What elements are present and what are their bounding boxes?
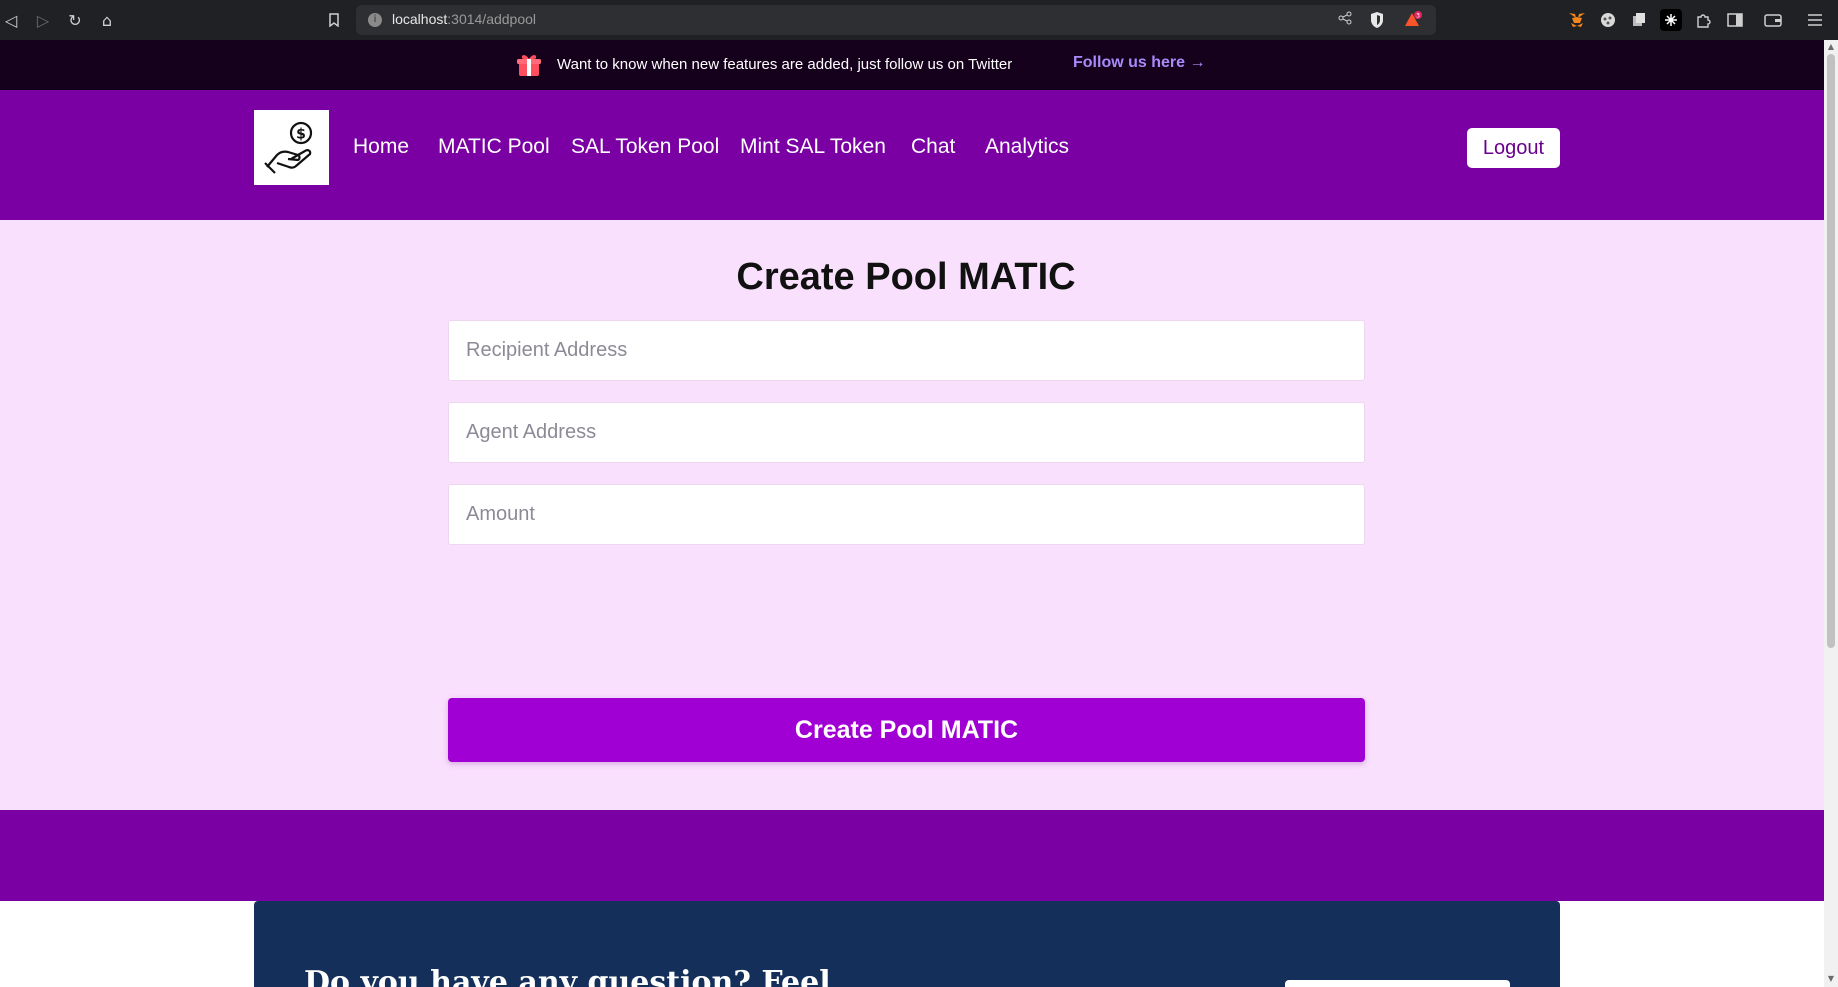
- agent-address-input[interactable]: [448, 402, 1365, 463]
- nav-sal-token-pool[interactable]: SAL Token Pool: [571, 135, 719, 159]
- back-icon[interactable]: ◁: [0, 9, 22, 31]
- browser-toolbar: ◁ ▷ ↻ ⌂ i localhost:3014/addpool 3: [0, 0, 1838, 40]
- menu-icon[interactable]: [1804, 9, 1826, 31]
- url-text[interactable]: localhost:3014/addpool: [392, 11, 536, 27]
- cta-button[interactable]: [1285, 980, 1510, 987]
- nav-mint-sal-token[interactable]: Mint SAL Token: [740, 135, 886, 159]
- site-info-icon[interactable]: i: [368, 13, 382, 27]
- extension-dark-icon[interactable]: [1660, 9, 1682, 31]
- rewards-badge-count: 3: [1416, 13, 1420, 20]
- follow-twitter-link[interactable]: Follow us here →: [1073, 54, 1205, 72]
- scroll-up-icon[interactable]: ▲: [1826, 42, 1836, 52]
- extension-copy-icon[interactable]: [1628, 9, 1650, 31]
- share-icon[interactable]: [1336, 11, 1354, 29]
- address-bar[interactable]: i localhost:3014/addpool 3: [356, 5, 1436, 35]
- site-logo[interactable]: $: [254, 110, 329, 185]
- extension-cookie-icon[interactable]: [1597, 9, 1619, 31]
- brave-rewards-icon[interactable]: 3: [1404, 11, 1422, 29]
- hand-holding-coin-icon: $: [263, 121, 312, 174]
- gift-icon: [516, 52, 542, 78]
- extensions-puzzle-icon[interactable]: [1692, 9, 1714, 31]
- footer-band: [0, 810, 1824, 901]
- nav-matic-pool[interactable]: MATIC Pool: [438, 135, 550, 159]
- brave-shield-icon[interactable]: [1368, 11, 1386, 29]
- wallet-icon[interactable]: [1762, 9, 1784, 31]
- amount-input[interactable]: [448, 484, 1365, 545]
- announcement-text: Want to know when new features are added…: [557, 56, 1013, 73]
- url-path: :3014/addpool: [447, 11, 537, 27]
- metamask-icon[interactable]: [1566, 9, 1588, 31]
- nav-analytics[interactable]: Analytics: [985, 135, 1069, 159]
- page-title: Create Pool MATIC: [736, 256, 1076, 298]
- scroll-down-icon[interactable]: ▼: [1826, 974, 1836, 984]
- reload-icon[interactable]: ↻: [64, 9, 86, 31]
- nav-home[interactable]: Home: [353, 135, 409, 159]
- url-host: localhost: [392, 11, 448, 27]
- cta-heading: Do you have any question? Feel: [304, 965, 831, 987]
- bookmark-icon[interactable]: [323, 9, 345, 31]
- logout-button[interactable]: Logout: [1467, 128, 1560, 168]
- create-pool-button[interactable]: Create Pool MATIC: [448, 698, 1365, 762]
- forward-icon[interactable]: ▷: [32, 9, 54, 31]
- svg-text:$: $: [296, 126, 306, 142]
- scrollbar-thumb[interactable]: [1827, 54, 1835, 648]
- nav-chat[interactable]: Chat: [911, 135, 955, 159]
- recipient-address-input[interactable]: [448, 320, 1365, 381]
- home-icon[interactable]: ⌂: [96, 9, 118, 31]
- page-scrollbar[interactable]: ▲ ▼: [1824, 40, 1838, 987]
- question-cta-card: Do you have any question? Feel: [254, 901, 1560, 987]
- sidebar-icon[interactable]: [1724, 9, 1746, 31]
